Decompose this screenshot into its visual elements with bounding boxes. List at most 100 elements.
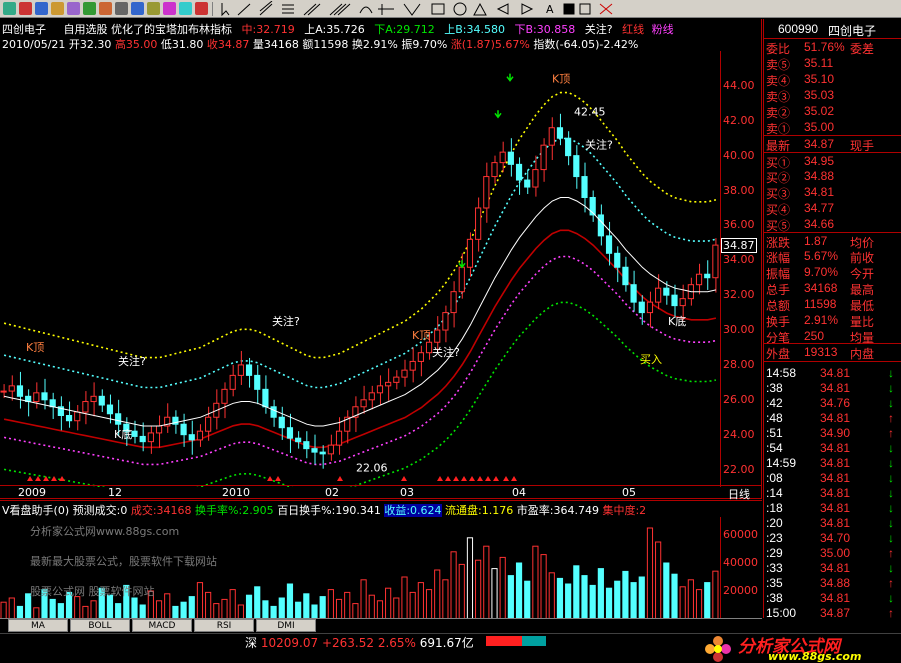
candle[interactable]	[483, 176, 490, 209]
zoom-icon[interactable]	[99, 2, 112, 15]
tab-dmi[interactable]: DMI	[256, 619, 316, 632]
candle[interactable]	[303, 441, 310, 450]
candle[interactable]	[565, 137, 572, 157]
candle[interactable]	[229, 374, 236, 390]
candle[interactable]	[131, 430, 138, 437]
candle[interactable]	[671, 294, 678, 307]
candle[interactable]	[376, 385, 384, 394]
candle[interactable]	[155, 425, 163, 434]
candle[interactable]	[270, 406, 277, 418]
info-icon[interactable]	[179, 2, 192, 15]
buy-level-row[interactable]: 买① 34.95	[764, 152, 901, 170]
candle[interactable]	[221, 388, 228, 404]
candle[interactable]	[425, 341, 433, 354]
candle[interactable]	[311, 448, 318, 453]
tab-macd[interactable]: MACD	[132, 619, 192, 632]
candle[interactable]	[115, 413, 122, 425]
candle[interactable]	[581, 176, 588, 198]
print-icon[interactable]	[115, 2, 128, 15]
candle[interactable]	[450, 291, 457, 314]
candle[interactable]	[319, 451, 326, 455]
candle[interactable]	[646, 301, 654, 314]
candle[interactable]	[147, 432, 154, 443]
sell-level-row[interactable]: 卖⑤ 35.11	[764, 55, 901, 72]
candle[interactable]	[409, 360, 416, 371]
sell-level-row[interactable]: 卖③ 35.03	[764, 87, 901, 104]
candle[interactable]	[327, 444, 334, 455]
candlestick-plot[interactable]: 关注? 关注? 关注? 关注? K底 K底 K顶 K顶 K顶 22.06 42.45 买入	[0, 51, 720, 487]
candle[interactable]	[360, 399, 367, 408]
candle[interactable]	[532, 169, 539, 188]
candle[interactable]	[401, 369, 408, 378]
candle[interactable]	[515, 163, 523, 181]
stat-row[interactable]: 换手 2.91% 量比	[764, 312, 901, 329]
candle[interactable]	[704, 273, 711, 279]
candle[interactable]	[106, 404, 114, 415]
candle[interactable]	[417, 352, 424, 362]
candle[interactable]	[466, 238, 474, 268]
volume-indicator[interactable]: V看盘助手(0) 预测成交:0 成交:34168 换手率%:2.905 百日换手…	[0, 500, 762, 619]
candle[interactable]	[605, 235, 613, 254]
candle[interactable]	[278, 416, 285, 429]
candle[interactable]	[507, 151, 514, 165]
candle[interactable]	[254, 374, 261, 390]
candle[interactable]	[237, 364, 244, 376]
candle[interactable]	[548, 127, 555, 146]
drawing-tools[interactable]: A	[216, 1, 756, 17]
user-icon[interactable]	[35, 2, 48, 15]
candle[interactable]	[663, 287, 670, 296]
candle[interactable]	[695, 273, 703, 286]
candle[interactable]	[442, 312, 449, 331]
candle[interactable]	[41, 392, 48, 401]
pen-icon[interactable]	[163, 2, 176, 15]
chart-icon[interactable]	[51, 2, 64, 15]
candle[interactable]	[622, 266, 629, 286]
save-icon[interactable]	[131, 2, 144, 15]
kline-chart[interactable]: 四创电子 自用选股 优化了的宝塔加布林指标 中:32.719 上A:35.726…	[0, 19, 762, 501]
folder-icon[interactable]	[147, 2, 160, 15]
stat-row[interactable]: 总手 34168 最高	[764, 280, 901, 297]
candle[interactable]	[458, 266, 465, 293]
candle[interactable]	[540, 144, 547, 171]
sell-level-row[interactable]: 卖① 35.00	[764, 119, 901, 136]
buy-level-row[interactable]: 买⑤ 34.66	[764, 216, 901, 233]
help-icon[interactable]	[195, 2, 208, 15]
candle[interactable]	[180, 423, 187, 436]
sell-level-row[interactable]: 卖④ 35.10	[764, 71, 901, 88]
candle[interactable]	[16, 385, 24, 397]
sell-level-row[interactable]: 卖② 35.02	[764, 103, 901, 120]
candle[interactable]	[491, 162, 498, 178]
home-icon[interactable]	[3, 2, 16, 15]
candle[interactable]	[8, 385, 15, 392]
stat-row[interactable]: 涨跌 1.87 均价	[764, 232, 901, 250]
candle[interactable]	[385, 381, 392, 387]
stat-row[interactable]: 涨幅 5.67% 前收	[764, 248, 901, 265]
candle[interactable]	[499, 151, 506, 164]
formula-icon[interactable]	[83, 2, 96, 15]
candle[interactable]	[712, 244, 719, 279]
candle[interactable]	[573, 155, 580, 178]
buy-level-row[interactable]: 买④ 34.77	[764, 200, 901, 217]
candle[interactable]	[556, 127, 564, 139]
candle[interactable]	[524, 179, 531, 188]
candle[interactable]	[82, 401, 89, 413]
candle[interactable]	[262, 388, 269, 408]
candle[interactable]	[434, 329, 441, 343]
candle[interactable]	[368, 392, 375, 401]
candle[interactable]	[597, 214, 604, 237]
candle[interactable]	[335, 430, 343, 446]
candle[interactable]	[205, 416, 212, 432]
candle[interactable]	[139, 435, 146, 443]
candle[interactable]	[638, 301, 645, 314]
candle[interactable]	[98, 395, 105, 406]
stat-row[interactable]: 分笔 250 均量	[764, 328, 901, 345]
candle[interactable]	[630, 284, 637, 303]
candle[interactable]	[49, 399, 56, 408]
candle[interactable]	[196, 430, 204, 441]
candle[interactable]	[655, 287, 662, 303]
window-icon[interactable]	[67, 2, 80, 15]
stat-row[interactable]: 总额 11598 最低	[764, 296, 901, 313]
candle[interactable]	[286, 427, 294, 439]
candle[interactable]	[188, 434, 195, 441]
candle[interactable]	[33, 392, 40, 403]
